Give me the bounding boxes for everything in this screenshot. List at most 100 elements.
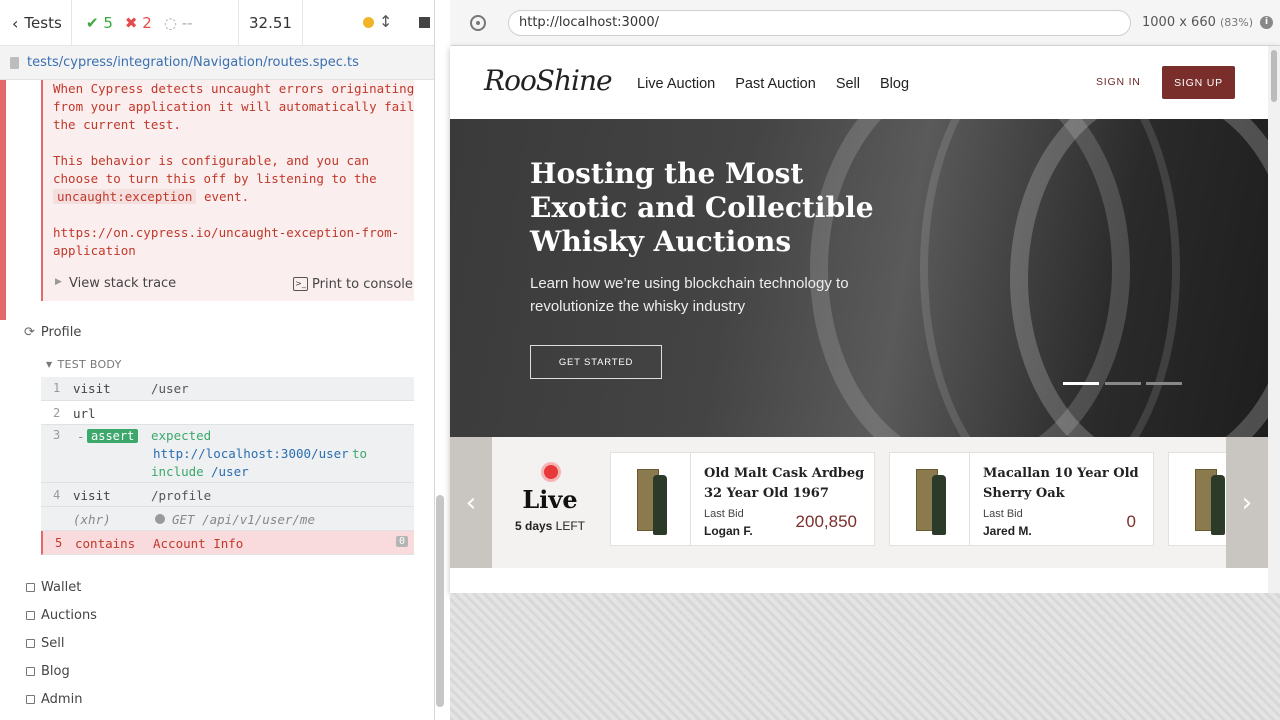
viewport-background bbox=[450, 593, 1280, 720]
nav-sell[interactable]: Sell bbox=[836, 76, 860, 92]
back-label: Tests bbox=[24, 14, 62, 32]
suite-wallet[interactable]: Wallet bbox=[26, 580, 81, 595]
error-line: When Cypress detects uncaught errors ori… bbox=[53, 81, 415, 96]
error-line: choose to turn this off by listening to … bbox=[53, 171, 377, 186]
error-line: from your application it will automatica… bbox=[53, 99, 415, 114]
error-line: uncaught:exception event. bbox=[53, 188, 249, 206]
passed-count: ✔ 5 bbox=[86, 14, 113, 32]
checkbox-icon bbox=[26, 667, 35, 676]
spec-path-bar: tests/cypress/integration/Navigation/rou… bbox=[0, 46, 434, 80]
hero-banner: Hosting the Most Exotic and Collectible … bbox=[450, 119, 1268, 437]
scroll-toggle-icon[interactable]: ↕ bbox=[379, 12, 392, 31]
pending-circle-icon: ◌ bbox=[163, 14, 177, 32]
selector-playground-icon[interactable] bbox=[470, 15, 486, 31]
auction-card[interactable]: Macallan 10 Year Old Sherry Oak Last Bid… bbox=[889, 452, 1154, 546]
bottle-image bbox=[611, 453, 691, 545]
bidder-name: Jared M. bbox=[983, 524, 1032, 538]
main-nav: Live Auction Past Auction Sell Blog bbox=[637, 76, 909, 92]
suite-sell[interactable]: Sell bbox=[26, 636, 64, 651]
aut-iframe: RooShine Live Auction Past Auction Sell … bbox=[450, 46, 1280, 593]
last-bid-label: Last Bid bbox=[983, 508, 1023, 520]
card-title: Old Malt Cask Ardbeg 32 Year Old 1967 bbox=[704, 466, 865, 501]
live-label: Live bbox=[522, 485, 578, 514]
check-icon: ✔ bbox=[86, 14, 99, 32]
prev-arrow-button[interactable]: ‹ bbox=[450, 437, 492, 568]
triangle-right-icon: ▶ bbox=[55, 277, 62, 287]
aut-url-bar: http://localhost:3000/ 1000 x 660 (83%) … bbox=[450, 0, 1280, 46]
checkbox-icon bbox=[26, 611, 35, 620]
failed-count: ✖ 2 bbox=[124, 14, 152, 32]
assert-command-row[interactable]: 3 - assert expected http://localhost:300… bbox=[41, 425, 414, 483]
suite-auctions[interactable]: Auctions bbox=[26, 608, 97, 623]
stop-button[interactable] bbox=[419, 17, 430, 28]
hero-subtitle: Learn how we’re using blockchain technol… bbox=[530, 275, 849, 315]
nav-blog[interactable]: Blog bbox=[880, 76, 909, 92]
terminal-icon: >_ bbox=[293, 277, 308, 291]
aut-url-input[interactable]: http://localhost:3000/ bbox=[508, 10, 1131, 36]
chevron-left-icon: ‹ bbox=[465, 487, 477, 518]
sign-up-button[interactable]: SIGN UP bbox=[1162, 66, 1235, 99]
pending-count: ◌ -- bbox=[163, 14, 193, 32]
get-started-button[interactable]: GET STARTED bbox=[530, 345, 662, 379]
bottle-image bbox=[890, 453, 970, 545]
suite-admin[interactable]: Admin bbox=[26, 692, 82, 707]
carousel-dot[interactable] bbox=[1146, 382, 1182, 385]
app-under-test: http://localhost:3000/ 1000 x 660 (83%) … bbox=[450, 0, 1280, 720]
command-row[interactable]: 1 visit /user bbox=[41, 377, 414, 401]
checkbox-icon bbox=[26, 639, 35, 648]
print-to-console-button[interactable]: Print to console bbox=[312, 277, 413, 292]
refresh-icon: ⟳ bbox=[24, 325, 35, 340]
aut-scrollbar[interactable] bbox=[1268, 46, 1280, 593]
command-row[interactable]: 2 url bbox=[41, 401, 414, 425]
caret-down-icon: ▼ bbox=[46, 360, 53, 369]
error-line: the current test. bbox=[53, 117, 181, 132]
suite-blog[interactable]: Blog bbox=[26, 664, 70, 679]
site-header: RooShine Live Auction Past Auction Sell … bbox=[450, 46, 1268, 119]
pending-dot-icon bbox=[155, 514, 165, 524]
time-left: 5 days LEFT bbox=[514, 519, 586, 533]
event-code: uncaught:exception bbox=[53, 189, 197, 204]
error-line: This behavior is configurable, and you c… bbox=[53, 153, 370, 168]
failure-indicator bbox=[0, 80, 6, 320]
bidder-name: Logan F. bbox=[704, 524, 753, 538]
nav-past-auction[interactable]: Past Auction bbox=[735, 76, 816, 92]
auction-card[interactable] bbox=[1168, 452, 1226, 546]
docs-link[interactable]: https://on.cypress.io/uncaught-exception… bbox=[53, 224, 399, 242]
hero-title: Hosting the Most Exotic and Collectible … bbox=[530, 157, 874, 258]
reporter-scrollbar[interactable] bbox=[436, 495, 444, 707]
viewport-size: 1000 x 660 (83%) bbox=[1142, 15, 1254, 30]
xhr-row[interactable]: (xhr) GET /api/v1/user/me bbox=[41, 507, 414, 531]
carousel-dot[interactable] bbox=[1063, 382, 1099, 385]
auction-card[interactable]: Old Malt Cask Ardbeg 32 Year Old 1967 La… bbox=[610, 452, 875, 546]
nav-live-auction[interactable]: Live Auction bbox=[637, 76, 715, 92]
test-stats: ✔ 5 ✖ 2 ◌ -- bbox=[72, 0, 239, 46]
chevron-left-icon: ‹ bbox=[12, 13, 19, 33]
reporter-header: ‹ Tests ✔ 5 ✖ 2 ◌ -- 32.51 ↕ bbox=[0, 0, 434, 46]
file-icon bbox=[10, 56, 19, 69]
test-title[interactable]: ⟳ Profile bbox=[24, 325, 81, 340]
test-body-header[interactable]: ▼ TEST BODY bbox=[46, 358, 122, 371]
stack-trace-row: ▶ View stack trace >_ Print to console bbox=[41, 270, 414, 300]
command-row[interactable]: 4 visit /profile bbox=[41, 483, 414, 507]
bottle-image bbox=[1169, 453, 1226, 545]
bid-amount: 200,850 bbox=[795, 512, 857, 531]
element-count-badge: 0 bbox=[395, 536, 408, 547]
docs-link[interactable]: application bbox=[53, 242, 136, 260]
spec-path[interactable]: tests/cypress/integration/Navigation/rou… bbox=[27, 55, 359, 70]
failed-command-row[interactable]: 5 contains Account Info 0 bbox=[41, 531, 414, 555]
cypress-reporter: ‹ Tests ✔ 5 ✖ 2 ◌ -- 32.51 ↕ tests/cypre… bbox=[0, 0, 435, 720]
info-icon[interactable]: i bbox=[1260, 16, 1273, 29]
sign-in-link[interactable]: SIGN IN bbox=[1096, 76, 1141, 88]
view-stack-trace-button[interactable]: View stack trace bbox=[69, 276, 176, 291]
card-title: Macallan 10 Year Old Sherry Oak bbox=[983, 466, 1139, 501]
duration: 32.51 bbox=[239, 0, 303, 46]
next-arrow-button[interactable]: › bbox=[1226, 437, 1268, 568]
back-to-tests-button[interactable]: ‹ Tests bbox=[0, 0, 72, 46]
barrel-image bbox=[920, 119, 1180, 437]
checkbox-icon bbox=[26, 583, 35, 592]
assert-badge: assert bbox=[87, 429, 139, 443]
carousel-dot[interactable] bbox=[1105, 382, 1141, 385]
chevron-right-icon: › bbox=[1241, 487, 1253, 518]
site-logo[interactable]: RooShine bbox=[484, 64, 613, 97]
live-dot-icon bbox=[544, 465, 558, 479]
